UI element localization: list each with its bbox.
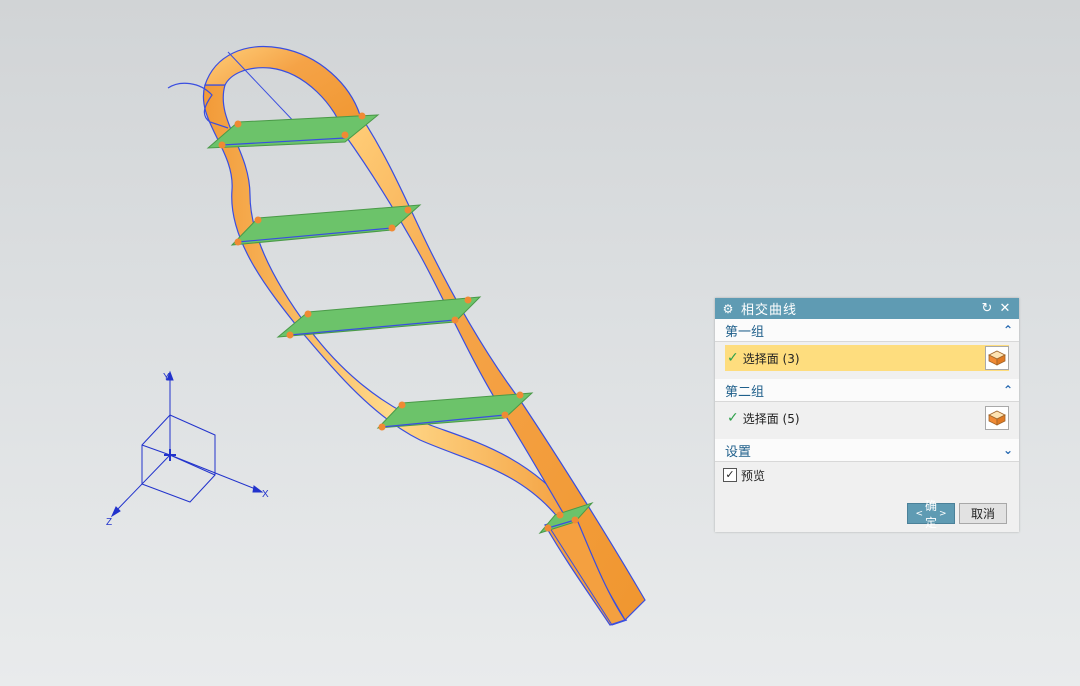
plane-4[interactable] (376, 392, 534, 429)
group2-title: 第二组 (725, 384, 765, 400)
chevron-down-icon[interactable]: ⌄ (1003, 443, 1013, 457)
chevron-up-icon[interactable]: ⌃ (1003, 323, 1013, 337)
band-surface-left[interactable] (202, 84, 576, 521)
group2-select-face-row[interactable]: ✓ 选择面 (5) (725, 405, 1009, 431)
check-icon: ✓ (727, 410, 739, 426)
settings-header[interactable]: 设置 ⌄ (715, 439, 1019, 462)
band-surface-right[interactable] (344, 113, 646, 621)
group1-select-label: 选择面 (3) (742, 351, 800, 366)
face-select-icon[interactable] (985, 406, 1009, 430)
check-icon: ✓ (727, 350, 739, 366)
close-icon[interactable]: ✕ (997, 301, 1013, 316)
axis-x-label: X (262, 489, 269, 500)
face-select-icon[interactable] (985, 346, 1009, 370)
dialog-title-bar[interactable]: ⚙ 相交曲线 ↻ ✕ (715, 298, 1019, 319)
preview-checkbox[interactable]: ✓ (723, 468, 737, 482)
group1-select-face-row[interactable]: ✓ 选择面 (3) (725, 345, 1009, 371)
group2-select-label: 选择面 (5) (742, 411, 800, 426)
ok-label: 确定 (925, 498, 938, 530)
reset-icon[interactable]: ↻ (979, 301, 995, 316)
cancel-label: 取消 (970, 507, 995, 521)
ok-button[interactable]: < 确定 > (907, 499, 955, 530)
settings-title: 设置 (725, 444, 752, 460)
section-planes[interactable] (206, 114, 594, 534)
axis-y-label: Y (163, 372, 170, 383)
cancel-button[interactable]: 取消 (959, 503, 1007, 524)
dialog-buttons: < 确定 > 取消 (907, 499, 1007, 530)
axis-z-label: Z (106, 517, 112, 528)
chevron-left-icon: < (915, 508, 923, 519)
preview-row: ✓ 预览 (715, 462, 1019, 488)
intersection-curve-dialog: ⚙ 相交曲线 ↻ ✕ 第一组 ⌃ ✓ 选择面 (3) 第二组 ⌃ ✓ 选择面 (… (715, 298, 1019, 532)
group2-header[interactable]: 第二组 ⌃ (715, 379, 1019, 402)
preview-label: 预览 (741, 468, 766, 483)
group1-header[interactable]: 第一组 ⌃ (715, 319, 1019, 342)
group1-title: 第一组 (725, 324, 765, 340)
dialog-title: 相交曲线 (741, 303, 798, 318)
chevron-up-icon[interactable]: ⌃ (1003, 383, 1013, 397)
chevron-right-icon: > (939, 508, 947, 519)
gear-icon[interactable]: ⚙ (721, 302, 735, 316)
coordinate-triad: Y X Z (106, 370, 269, 528)
